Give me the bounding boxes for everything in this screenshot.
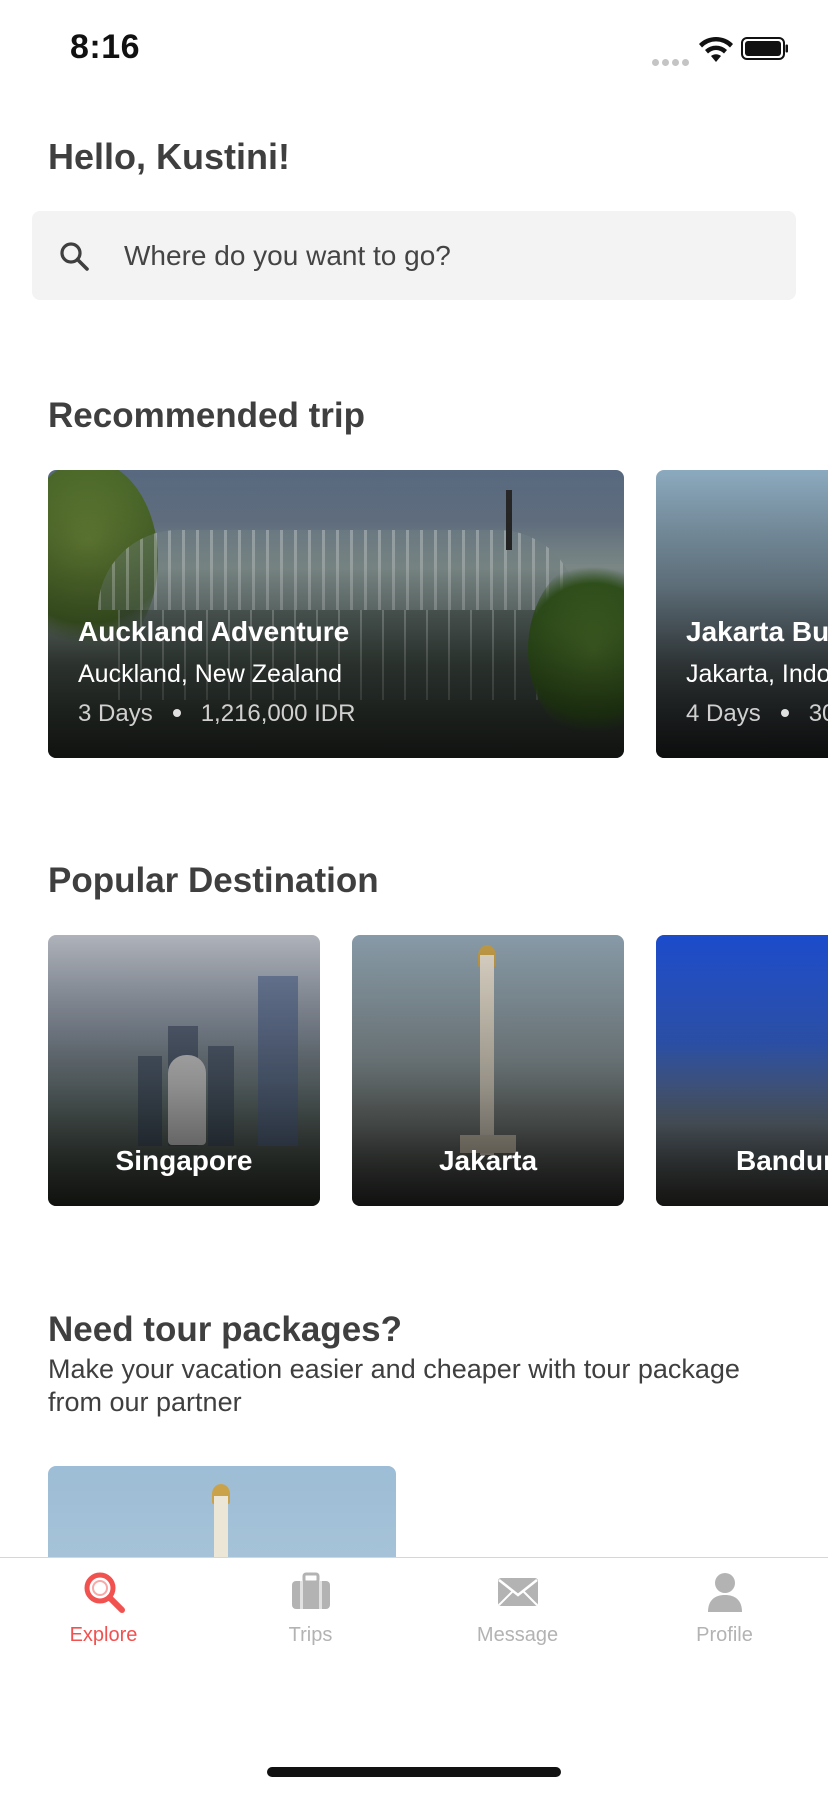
trip-duration: 4 Days [686,700,761,727]
tab-label: Profile [696,1624,753,1646]
trip-location: Jakarta, Indor [686,660,828,688]
trip-card-jakarta[interactable]: Jakarta Bus Jakarta, Indor 4 Days 30, [656,470,828,758]
person-icon [707,1573,742,1612]
status-time: 8:16 [70,28,141,66]
destination-name: Bandun [736,1145,828,1176]
suitcase-icon [291,1572,330,1609]
wifi-icon [699,36,733,62]
tour-packages-title: Need tour packages? [48,1310,402,1349]
tab-label: Trips [288,1624,333,1646]
battery-icon [741,37,788,60]
tab-message[interactable]: Message [414,1570,621,1646]
cellular-signal-icon [652,53,692,66]
separator-dot [172,708,181,717]
destination-card-bandung[interactable]: Bandun [656,935,828,1206]
tab-label: Explore [69,1624,138,1646]
tour-packages-subtitle: Make your vacation easier and cheaper wi… [48,1354,740,1417]
home-indicator [267,1767,561,1777]
envelope-icon [497,1578,538,1606]
trip-card-auckland[interactable]: Auckland Adventure Auckland, New Zealand… [48,470,624,758]
separator-dot [780,708,789,717]
search-input[interactable] [110,211,770,300]
trip-name: Auckland Adventure [78,616,350,647]
trip-name: Jakarta Bus [686,616,828,647]
destination-card-singapore[interactable]: Singapore [48,935,320,1206]
trip-meta: 3 Days 1,216,000 IDR [78,700,355,728]
tab-profile[interactable]: Profile [621,1570,828,1646]
popular-destination-title: Popular Destination [48,861,379,900]
destination-card-jakarta[interactable]: Jakarta [352,935,624,1206]
tab-trips[interactable]: Trips [207,1570,414,1646]
trip-duration: 3 Days [78,700,153,727]
tab-label: Message [476,1624,559,1646]
greeting-title: Hello, Kustini! [48,136,290,177]
recommended-trip-title: Recommended trip [48,396,365,435]
search-icon [60,242,89,271]
search-icon [84,1572,125,1613]
trip-meta: 4 Days 30, [686,700,828,728]
trip-price: 1,216,000 IDR [200,700,356,727]
destination-name: Jakarta [438,1145,538,1176]
destination-name: Singapore [115,1145,253,1176]
trip-location: Auckland, New Zealand [78,660,343,688]
trip-price: 30, [808,700,828,727]
tab-explore[interactable]: Explore [0,1570,207,1646]
